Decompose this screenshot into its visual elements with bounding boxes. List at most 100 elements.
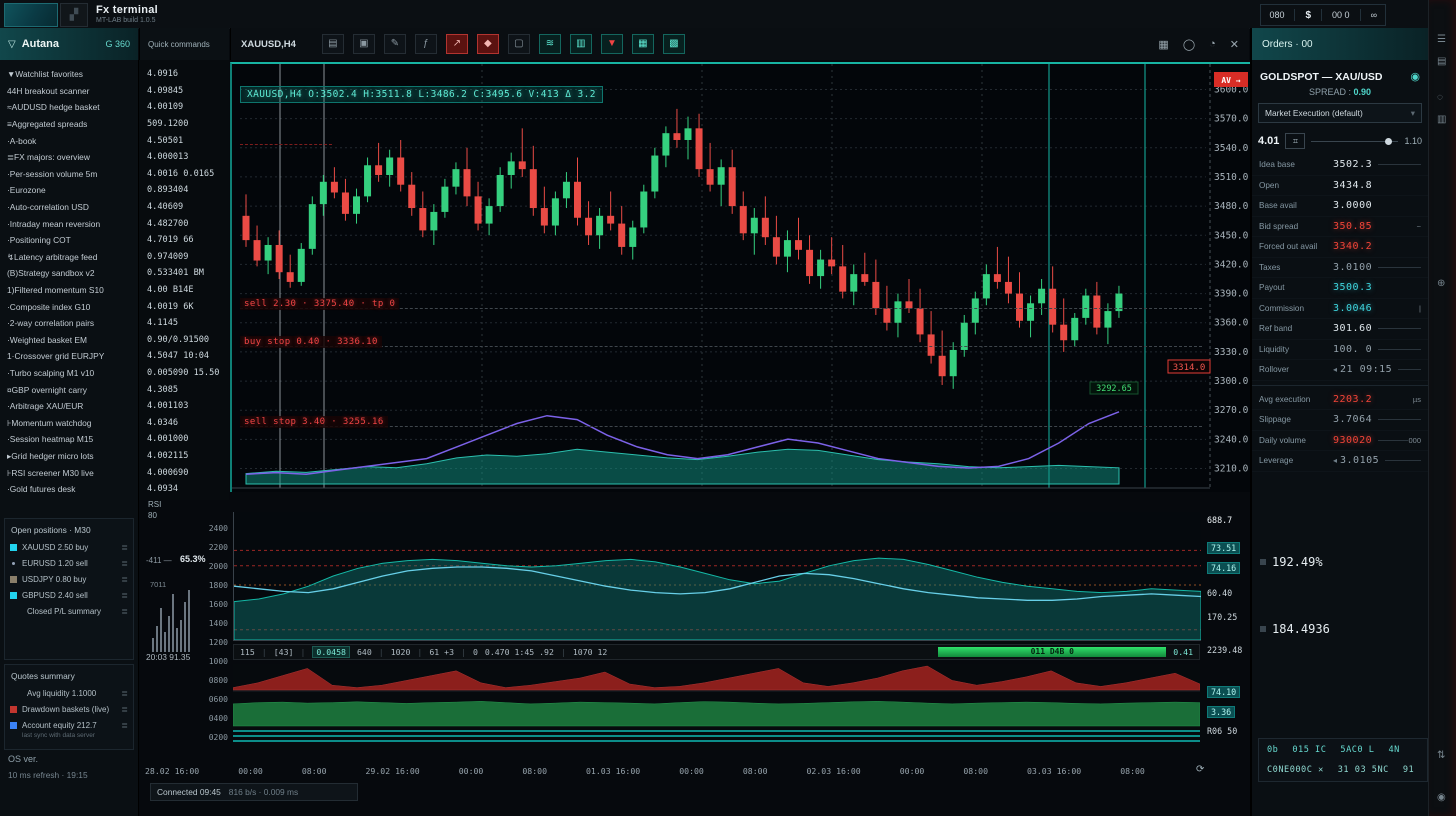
order-field[interactable]: Rollover◂21 09:15: [1252, 360, 1428, 381]
tile-windows-icon[interactable]: ▦: [1158, 38, 1168, 51]
row-menu-icon[interactable]: ≣: [121, 705, 128, 714]
restore-icon[interactable]: ◔: [1209, 38, 1216, 51]
volume-bands: [233, 664, 1200, 728]
order-field[interactable]: Bid spread350.85~: [1252, 217, 1428, 238]
order-field[interactable]: Liquidity100. 0: [1252, 340, 1428, 361]
watchlist-item[interactable]: ·A-book: [0, 132, 138, 149]
order-field[interactable]: Ref band301.60: [1252, 319, 1428, 340]
lot-calculator-icon[interactable]: ⌗: [1285, 133, 1305, 149]
side-tool-icon[interactable]: ☰: [1437, 34, 1446, 45]
watchlist-item[interactable]: ▸Grid hedger micro lots: [0, 448, 138, 465]
close-icon[interactable]: ✕: [1230, 38, 1239, 51]
field-collapse-icon[interactable]: ◂: [1333, 456, 1337, 465]
summary-item[interactable]: Drawdown baskets (live)≣: [5, 701, 133, 717]
row-menu-icon[interactable]: ≣: [121, 543, 128, 552]
side-tool-icon[interactable]: ⊕: [1437, 278, 1445, 289]
minimize-icon[interactable]: ◯: [1183, 38, 1195, 51]
position-item[interactable]: XAUUSD 2.50 buy≣: [5, 539, 133, 555]
values-column-header[interactable]: Quick commands: [139, 28, 229, 60]
watchlist-item[interactable]: ≣FX majors: overview: [0, 149, 138, 166]
watchlist-item[interactable]: ·Composite index G10: [0, 298, 138, 315]
row-menu-icon[interactable]: ≣: [121, 591, 128, 600]
chart-tool-icon[interactable]: ▤: [322, 34, 344, 54]
chart-tool-icon[interactable]: ✎: [384, 34, 406, 54]
chart-tool-icon[interactable]: ▥: [570, 34, 592, 54]
alert-tool-icon[interactable]: ↗: [446, 34, 468, 54]
watchlist-item[interactable]: ⊦RSI screener M30 live: [0, 464, 138, 481]
order-panel-header[interactable]: Orders · 00: [1250, 28, 1428, 60]
watchlist-item[interactable]: 1)Filtered momentum S10: [0, 282, 138, 299]
slider-handle[interactable]: [1385, 138, 1392, 145]
position-item[interactable]: GBPUSD 2.40 sell≣: [5, 588, 133, 604]
watchlist-item[interactable]: ·Intraday mean reversion: [0, 215, 138, 232]
watchlist-item[interactable]: ·Arbitrage XAU/EUR: [0, 398, 138, 415]
watchlist-item[interactable]: ↯Latency arbitrage feed: [0, 249, 138, 266]
chart-toolbar: XAUUSD,H4 ▤ ▣ ✎ ƒ ↗ ◆ ▢ ≋ ▥ ▼ ▦ ▩ ▦ ◯ ◔ ✕: [230, 28, 1249, 60]
position-item[interactable]: Closed P/L summary≣: [5, 604, 133, 620]
watchlist-item[interactable]: (B)Strategy sandbox v2: [0, 265, 138, 282]
watchlist-item[interactable]: ·2-way correlation pairs: [0, 315, 138, 332]
chart-tool-icon[interactable]: ▢: [508, 34, 530, 54]
alert-tool-icon[interactable]: ◆: [477, 34, 499, 54]
main-chart-panel[interactable]: 3600.03570.03540.03510.03480.03450.03420…: [230, 62, 1250, 492]
row-menu-icon[interactable]: ≣: [121, 575, 128, 584]
watchlist-item[interactable]: ≈AUDUSD hedge basket: [0, 99, 138, 116]
watchlist-item[interactable]: ·Turbo scalping M1 v10: [0, 365, 138, 382]
position-item[interactable]: EURUSD 1.20 sell≣: [5, 555, 133, 571]
side-tool-icon[interactable]: ◉: [1437, 792, 1446, 803]
positions-panel: Open positions · M30 XAUUSD 2.50 buy≣EUR…: [4, 518, 134, 660]
row-menu-icon[interactable]: ≣: [121, 689, 128, 698]
row-menu-icon[interactable]: ≣: [121, 607, 128, 616]
volume-slider[interactable]: [1311, 141, 1398, 142]
row-menu-icon[interactable]: ≣: [121, 721, 128, 730]
order-field[interactable]: Taxes3.0100: [1252, 258, 1428, 279]
side-tool-icon[interactable]: ◌: [1437, 92, 1443, 103]
order-field[interactable]: Commission3.0046|: [1252, 299, 1428, 320]
volume-value[interactable]: 4.01: [1258, 135, 1279, 147]
chart-tool-icon[interactable]: ≋: [539, 34, 561, 54]
watchlist-item[interactable]: ¤GBP overnight carry: [0, 381, 138, 398]
chart-thumbnail[interactable]: [4, 3, 58, 27]
chart-tool-icon[interactable]: ƒ: [415, 34, 437, 54]
volume-step[interactable]: 1.10: [1404, 136, 1422, 146]
order-field[interactable]: Base avail3.0000: [1252, 196, 1428, 217]
watchlist-item[interactable]: ·Eurozone: [0, 182, 138, 199]
chart-tab-label[interactable]: XAUUSD,H4: [241, 39, 296, 50]
watchlist-item[interactable]: ≡Aggregated spreads: [0, 116, 138, 133]
symbol-info-icon[interactable]: ◉: [1410, 70, 1420, 83]
secondary-thumbnail[interactable]: ▞: [60, 3, 88, 27]
refresh-icon[interactable]: ⟳: [1196, 764, 1204, 775]
order-field[interactable]: Idea base3502.3: [1252, 155, 1428, 176]
watchlist-item-name: Turbo scalping M1 v10: [10, 368, 94, 378]
order-field[interactable]: Leverage◂3.0105: [1252, 451, 1428, 472]
side-tool-icon[interactable]: ▥: [1437, 114, 1446, 125]
summary-item[interactable]: Avg liquidity 1.1000≣: [5, 685, 133, 701]
order-field[interactable]: Slippage3.7064: [1252, 410, 1428, 431]
watchlist-item[interactable]: 1·Crossover grid EURJPY: [0, 348, 138, 365]
side-tool-icon[interactable]: ⇅: [1437, 750, 1445, 761]
order-field[interactable]: Avg execution2203.2µs: [1252, 390, 1428, 411]
alert-tool-icon[interactable]: ▼: [601, 34, 623, 54]
watchlist-item[interactable]: ·Weighted basket EM: [0, 332, 138, 349]
watchlist-item[interactable]: ▼Watchlist favorites: [0, 66, 138, 83]
watchlist-item[interactable]: ·Gold futures desk: [0, 481, 138, 498]
watchlist-item[interactable]: 44H breakout scanner: [0, 83, 138, 100]
position-item[interactable]: USDJPY 0.80 buy≣: [5, 571, 133, 587]
watchlist-item[interactable]: ⊦Momentum watchdog: [0, 414, 138, 431]
watchlist-item[interactable]: ·Session heatmap M15: [0, 431, 138, 448]
execution-type-dropdown[interactable]: Market Execution (default) ▾: [1258, 103, 1422, 123]
order-field[interactable]: Daily volume930020000: [1252, 431, 1428, 452]
chart-tool-icon[interactable]: ▣: [353, 34, 375, 54]
side-tool-icon[interactable]: ▤: [1437, 56, 1446, 67]
row-menu-icon[interactable]: ≣: [121, 559, 128, 568]
order-field[interactable]: Forced out avail3340.2: [1252, 237, 1428, 258]
field-collapse-icon[interactable]: ◂: [1333, 365, 1337, 374]
sidebar-header[interactable]: ▽ Autana G 360: [0, 28, 138, 60]
watchlist-item[interactable]: ·Per-session volume 5m: [0, 166, 138, 183]
watchlist-item[interactable]: ·Auto-correlation USD: [0, 199, 138, 216]
watchlist-item[interactable]: ·Positioning COT: [0, 232, 138, 249]
order-field[interactable]: Open3434.8: [1252, 176, 1428, 197]
order-field[interactable]: Payout3500.3: [1252, 278, 1428, 299]
chart-tool-icon[interactable]: ▦: [632, 34, 654, 54]
chart-tool-icon[interactable]: ▩: [663, 34, 685, 54]
